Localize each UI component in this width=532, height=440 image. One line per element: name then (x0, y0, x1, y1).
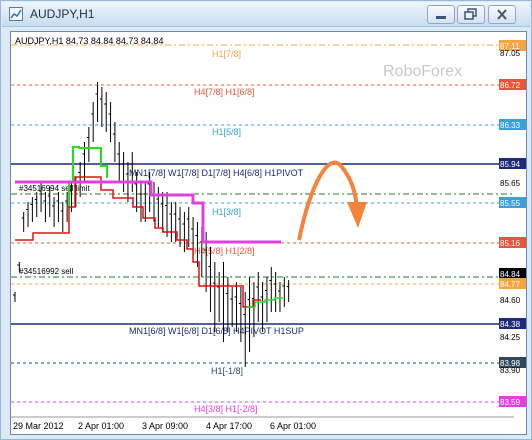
restore-icon (464, 8, 477, 20)
chart-canvas: AUDJPY,H1 84.73 84.84 84.73 84.84 RoboFo… (11, 32, 526, 434)
time-label: 6 Apr 01:00 (270, 421, 316, 431)
level-label: H4[7/8] H1[6/8] (194, 87, 255, 97)
price-label: 84.25 (500, 333, 521, 342)
chart-window: AUDJPY,H1 AUDJPY,H1 84.73 84.84 84.73 84… (0, 0, 532, 440)
level-label: H1[3/8] (212, 207, 241, 217)
price-label: 85.94 (500, 160, 521, 169)
level-label: H1[5/8] (212, 127, 241, 137)
price-label: 84.84 (500, 270, 521, 279)
price-label: 84.38 (500, 320, 521, 329)
chart-header: AUDJPY,H1 84.73 84.84 84.73 84.84 (15, 36, 163, 46)
minimize-icon (436, 16, 446, 19)
window-title: AUDJPY,H1 (30, 7, 95, 21)
time-label: 3 Apr 09:00 (142, 421, 188, 431)
price-label: 86.72 (500, 81, 521, 90)
order-label: #34516992 sell (19, 267, 73, 276)
price-label: 83.59 (500, 398, 521, 407)
price-label: 85.16 (500, 239, 521, 248)
level-label: H4[5/8] H1[2/8] (194, 246, 255, 256)
level-label: MN1[6/8] W1[6/8] D1[6/8] H4PIVOT H1SUP (129, 326, 304, 336)
level-label: MN1[7/8] W1[7/8] D1[7/8] H4[6/8] H1PIVOT (129, 168, 304, 178)
level-label: H4[3/8] H1[-2/8] (194, 404, 258, 414)
close-icon (497, 9, 507, 20)
maximize-button[interactable] (457, 5, 485, 24)
level-label: H1[-1/8] (211, 366, 243, 376)
watermark-logo: RoboForex (383, 63, 462, 80)
price-label: 84.77 (500, 280, 521, 289)
time-label: 2 Apr 01:00 (78, 421, 124, 431)
time-label: 29 Mar 2012 (13, 421, 64, 431)
level-label: H1[7/8] (212, 49, 241, 59)
chart-icon (9, 7, 23, 21)
price-label: 83.90 (500, 366, 521, 375)
time-label: 4 Apr 17:00 (206, 421, 252, 431)
price-label: 85.55 (500, 199, 521, 208)
price-label: 85.65 (500, 179, 521, 188)
price-chart[interactable]: AUDJPY,H1 84.73 84.84 84.73 84.84 RoboFo… (10, 31, 527, 435)
minimize-button[interactable] (427, 5, 455, 24)
price-label: 87.05 (500, 49, 521, 58)
price-label: 84.60 (500, 296, 521, 305)
price-label: 86.33 (500, 121, 521, 130)
title-bar: AUDJPY,H1 (2, 2, 530, 27)
close-button[interactable] (488, 5, 516, 24)
